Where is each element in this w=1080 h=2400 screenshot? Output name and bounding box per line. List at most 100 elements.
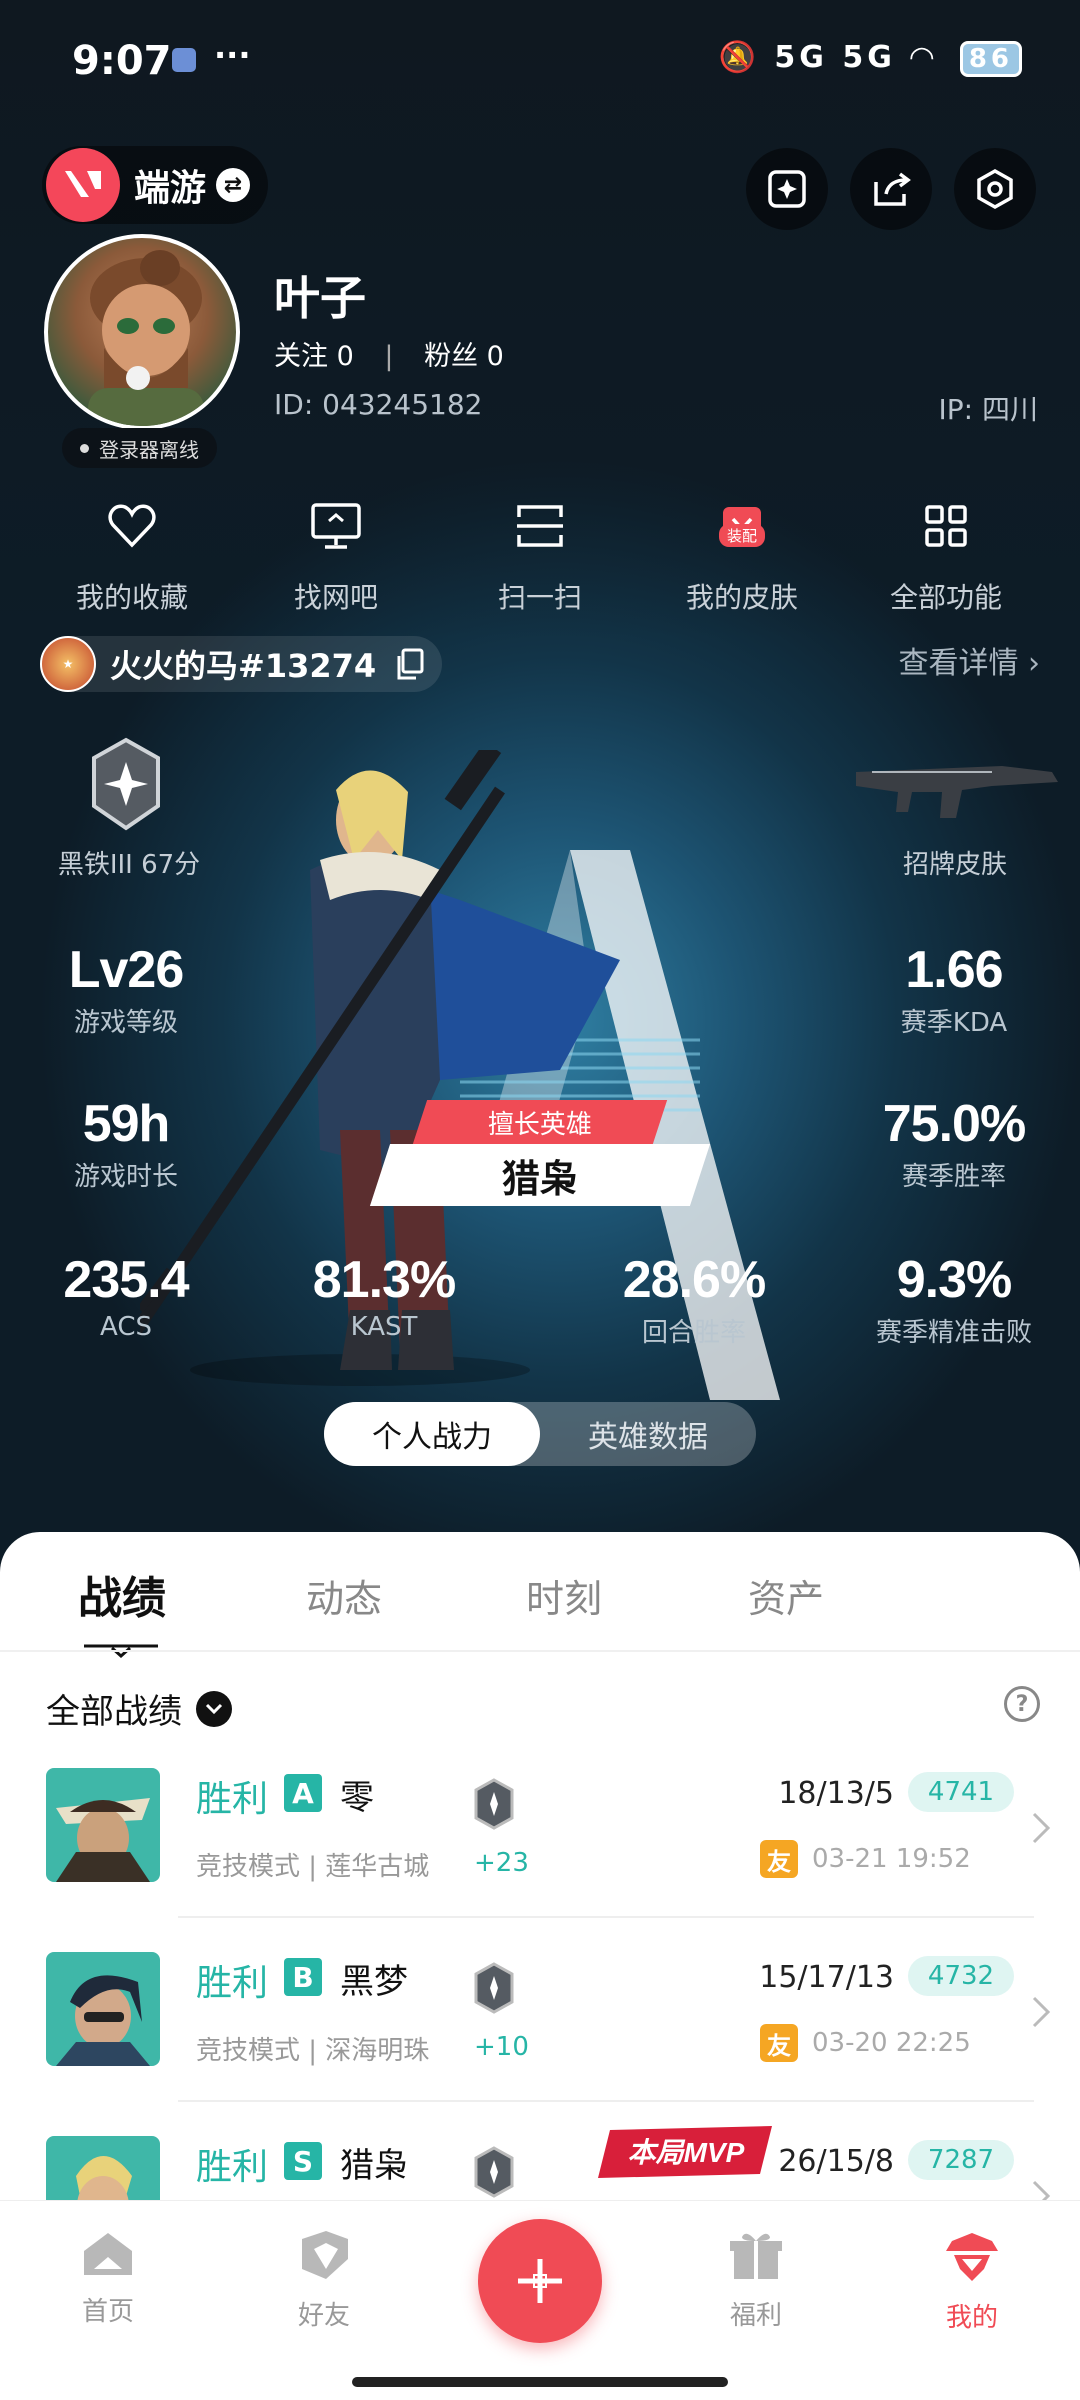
records-filter[interactable]: 全部战绩	[46, 1684, 232, 1733]
stat-kda: 1.66 赛季KDA	[900, 941, 1008, 1038]
match-score: 4732	[908, 1956, 1014, 1996]
avatar[interactable]	[44, 234, 240, 430]
game-account-pill[interactable]: ★ 火火的马#13274	[40, 636, 443, 692]
more-notifications-icon: ···	[214, 36, 251, 74]
ip-location: IP: 四川	[938, 393, 1038, 426]
match-row[interactable]: 胜利 B 黑梦 竞技模式 | 深海明珠 +10 15/17/13 4732 友 …	[0, 1952, 1080, 2136]
help-icon[interactable]: ?	[1004, 1686, 1040, 1722]
match-kda: 18/13/5	[778, 1776, 894, 1811]
equip-badge: 装配	[718, 524, 766, 547]
chevron-down-icon	[196, 1690, 232, 1727]
stat-hours: 59h 游戏时长	[73, 1095, 178, 1192]
divider	[178, 2100, 1034, 2102]
match-result: 胜利	[196, 1779, 269, 1820]
scan-icon	[517, 505, 563, 547]
match-rating-badge: A	[284, 1774, 322, 1812]
rank-gem-icon	[474, 1962, 514, 2014]
status-icons: 🔕 5G 5G ◠ 86	[719, 40, 1022, 77]
heart-icon	[108, 504, 156, 548]
nav-friends[interactable]: 好友	[264, 2229, 384, 2332]
game-name: 端游	[134, 168, 207, 209]
friend-badge: 友	[760, 2024, 798, 2062]
status-time: 9:07	[72, 38, 172, 84]
content-tabs: 战绩 动态 时刻 资产	[0, 1562, 1080, 1658]
status-dot-icon	[80, 443, 89, 453]
stat-acs: 235.4 ACS	[63, 1251, 189, 1342]
account-name: 火火的马#13274	[110, 647, 377, 685]
match-rating-badge: B	[284, 1958, 322, 1996]
swap-icon: ⇄	[216, 168, 251, 202]
tab-moments[interactable]: 时刻	[526, 1568, 602, 1623]
shortcut-favorites[interactable]: 我的收藏	[52, 494, 212, 616]
rank-points-change: +23	[474, 1848, 529, 1878]
me-icon	[946, 2233, 998, 2281]
power-toggle: 个人战力 英雄数据	[324, 1402, 756, 1466]
battery-icon: 86	[959, 41, 1022, 77]
notification-app-icon	[172, 48, 196, 72]
match-kda: 26/15/8	[778, 2144, 894, 2179]
wifi-icon: ◠	[910, 40, 938, 75]
shortcut-internet-cafe[interactable]: 找网吧	[256, 494, 416, 616]
stat-round-win: 28.6% 回合胜率	[622, 1251, 766, 1348]
match-score: 7287	[908, 2140, 1014, 2180]
match-result: 胜利	[196, 2147, 269, 2188]
friend-badge: 友	[760, 1840, 798, 1878]
mvp-badge: 本局MVP	[598, 2126, 772, 2178]
chevron-right-icon: ›	[1028, 646, 1040, 681]
avatar-illustration	[88, 250, 204, 426]
mute-icon: 🔕	[718, 40, 760, 75]
add-post-button[interactable]	[478, 2219, 602, 2343]
stat-headshot: 9.3% 赛季精准击败	[875, 1251, 1032, 1348]
tab-hero-data[interactable]: 英雄数据	[540, 1402, 756, 1466]
agent-name: 猎枭	[340, 2146, 408, 2186]
tab-feed[interactable]: 动态	[306, 1568, 382, 1623]
signature-skin-weapon-icon[interactable]	[852, 752, 1060, 822]
stat-winrate: 75.0% 赛季胜率	[882, 1095, 1026, 1192]
share-icon	[874, 172, 911, 206]
tab-records[interactable]: 战绩	[78, 1562, 166, 1626]
rank-points-change: +10	[474, 2032, 529, 2062]
nav-benefits[interactable]: 福利	[696, 2229, 816, 2332]
match-date: 03-21 19:52	[812, 1844, 971, 1874]
tab-assets[interactable]: 资产	[748, 1568, 824, 1623]
divider	[178, 1916, 1034, 1918]
gift-icon	[730, 2233, 782, 2279]
rank-label: 黑铁III 67分	[57, 850, 201, 880]
signature-skin-label: 招牌皮肤	[902, 850, 1007, 880]
signal-icon: 5G 5G	[774, 40, 896, 75]
rank-gem-icon	[474, 1778, 514, 1830]
shortcut-all-functions[interactable]: 全部功能	[866, 494, 1026, 616]
match-row[interactable]: 胜利 A 零 竞技模式 | 莲华古城 +23 18/13/5 4741 友 03…	[0, 1768, 1080, 1952]
monitor-icon	[311, 503, 361, 549]
rank-gem-icon	[474, 2146, 514, 2198]
game-switcher[interactable]: 端游 ⇄	[42, 146, 268, 224]
agent-avatar	[46, 1768, 160, 1882]
shortcut-scan[interactable]: 扫一扫	[460, 494, 620, 616]
following-count[interactable]: 关注 0	[274, 341, 354, 372]
divider	[0, 1650, 1080, 1652]
copy-icon[interactable]	[394, 648, 424, 680]
ai-edit-button[interactable]	[746, 148, 828, 230]
match-mode-map: 竞技模式 | 深海明珠	[196, 2036, 430, 2066]
settings-button[interactable]	[954, 148, 1036, 230]
agent-name: 黑梦	[340, 1962, 408, 2002]
tab-personal-power[interactable]: 个人战力	[324, 1402, 540, 1466]
favorite-hero-name: 猎枭	[369, 1144, 711, 1206]
friends-icon	[302, 2231, 348, 2279]
nav-home[interactable]: 首页	[48, 2229, 168, 2328]
view-details-link[interactable]: 查看详情 ›	[898, 638, 1040, 682]
chevron-right-icon	[1032, 1812, 1051, 1844]
match-date: 03-20 22:25	[812, 2028, 971, 2058]
share-button[interactable]	[850, 148, 932, 230]
bottom-nav: 首页 好友 福利 我的	[0, 2200, 1080, 2400]
home-indicator	[352, 2377, 728, 2387]
home-icon	[84, 2233, 132, 2275]
user-id: ID: 043245182	[274, 388, 483, 421]
fans-count[interactable]: 粉丝 0	[424, 341, 504, 372]
shortcut-my-skins[interactable]: 装配 我的皮肤	[662, 494, 822, 616]
stat-level: Lv26 游戏等级	[68, 941, 185, 1038]
profile-hero: 9:07 ··· 🔕 5G 5G ◠ 86 端游 ⇄ 登录器离线 叶子 关注 0…	[0, 0, 1080, 1560]
user-name: 叶子	[274, 271, 366, 325]
nav-me[interactable]: 我的	[912, 2229, 1032, 2334]
match-rating-badge: S	[284, 2142, 322, 2180]
